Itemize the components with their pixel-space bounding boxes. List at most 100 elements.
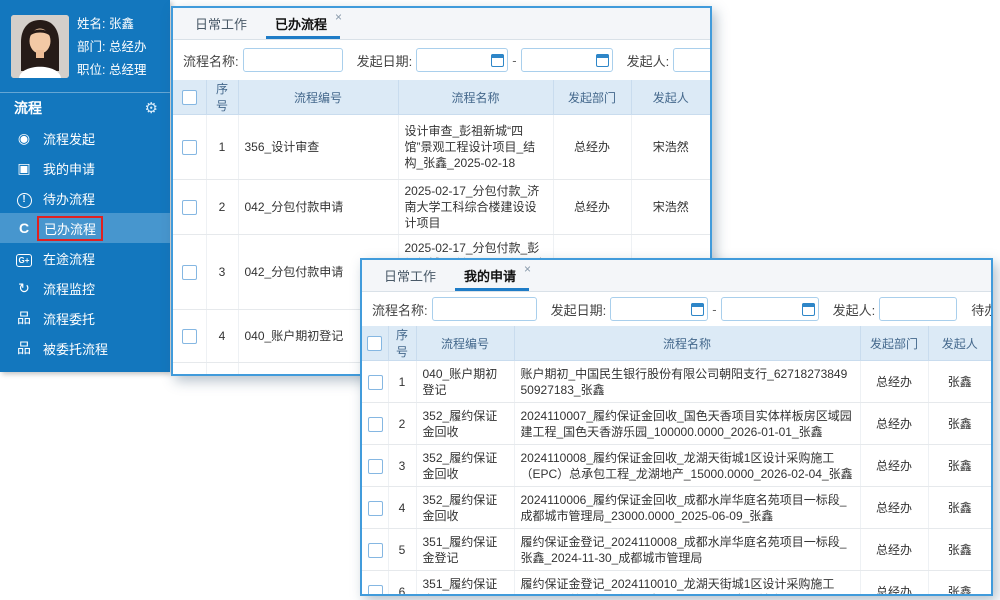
- cell-code: 351_履约保证金登记: [416, 529, 514, 571]
- cell-person: 张鑫: [928, 445, 991, 487]
- row-checkbox[interactable]: [182, 140, 197, 155]
- cell-code: 352_履约保证金回收: [416, 403, 514, 445]
- annotation-highlight-box: 已办流程: [37, 216, 103, 241]
- filter-bar: 流程名称: 发起日期: - 发起人:: [173, 40, 710, 80]
- avatar-photo: [11, 15, 69, 78]
- col-header-code: 流程编号: [416, 326, 514, 361]
- section-title: 流程: [14, 98, 42, 118]
- in-transit-icon: G+: [15, 250, 33, 267]
- initiator-input[interactable]: [879, 297, 957, 321]
- sidebar-item-label: 流程监控: [43, 279, 95, 298]
- cell-name: 履约保证金登记_2024110008_成都水岸华庭名苑项目一标段_张鑫_2024…: [514, 529, 860, 571]
- todo-person-label: 待办人:: [971, 300, 991, 319]
- sidebar-item-in-transit-processes[interactable]: G+ 在途流程: [0, 243, 170, 273]
- tab-my-applications[interactable]: 我的申请 ×: [452, 260, 532, 291]
- tab-daily-work[interactable]: 日常工作: [183, 8, 263, 39]
- cell-no: 2: [206, 180, 238, 235]
- cell-name: 2025-02-17_分包付款_济南大学工科综合楼建设设计项目: [398, 180, 553, 235]
- app-screen: 姓名: 张鑫 部门: 总经办 职位: 总经理 流程 ⚙ ◉ 流程发起 ▣ 我的申…: [0, 0, 1000, 600]
- sidebar-item-label: 流程委托: [43, 309, 95, 328]
- row-checkbox[interactable]: [182, 329, 197, 344]
- tab-label: 日常工作: [195, 14, 247, 33]
- row-checkbox[interactable]: [368, 417, 383, 432]
- cell-person: 宋浩然: [631, 180, 710, 235]
- cell-code: 042_分包付款申请: [238, 180, 398, 235]
- row-checkbox[interactable]: [368, 375, 383, 390]
- sidebar-item-process-monitor[interactable]: ↻ 流程监控: [0, 273, 170, 303]
- avatar: [11, 15, 69, 78]
- cell-name: 2024110006_履约保证金回收_成都水岸华庭名苑项目一标段_成都城市管理局…: [514, 487, 860, 529]
- cell-dept: 总经办: [860, 571, 928, 597]
- cell-dept: 总经办: [860, 361, 928, 403]
- sidebar-item-label: 在途流程: [43, 249, 95, 268]
- calendar-icon[interactable]: [491, 54, 504, 67]
- close-icon[interactable]: ×: [524, 262, 531, 276]
- user-profile: 姓名: 张鑫 部门: 总经办 职位: 总经理: [0, 0, 170, 92]
- cell-name: 履约保证金登记_2024110010_龙湖天街城1区设计采购施工（EPC）总承包…: [514, 571, 860, 597]
- col-header-person: 发起人: [928, 326, 991, 361]
- cell-dept: 总经办: [860, 529, 928, 571]
- sidebar-item-process-search[interactable]: ⊙ 流程查询: [0, 363, 170, 372]
- sidebar-item-label: 我的申请: [43, 159, 95, 178]
- select-all-checkbox[interactable]: [182, 90, 197, 105]
- sidebar-item-todo-processes[interactable]: ! 待办流程: [0, 183, 170, 213]
- sidebar-item-my-applications[interactable]: ▣ 我的申请: [0, 153, 170, 183]
- col-header-code: 流程编号: [238, 80, 398, 115]
- tab-done-processes[interactable]: 已办流程 ×: [263, 8, 343, 39]
- cell-code: 040_账户期初登记: [416, 361, 514, 403]
- initiator-input[interactable]: [673, 48, 710, 72]
- cell-no: 6: [388, 571, 416, 597]
- cell-name: 账户期初_中国民生银行股份有限公司朝阳支行_627182738495092718…: [514, 361, 860, 403]
- sidebar-item-done-processes[interactable]: C 已办流程: [0, 213, 170, 243]
- cell-no: 4: [388, 487, 416, 529]
- sidebar-section-header: 流程 ⚙: [0, 92, 170, 123]
- table-row: 1 356_设计审查 设计审查_彭祖新城“四馆”景观工程设计项目_结构_张鑫_2…: [173, 115, 710, 180]
- cell-dept: 总经办: [553, 180, 631, 235]
- cell-name: 2024110007_履约保证金回收_国色天香项目实体样板房区域园建工程_国色天…: [514, 403, 860, 445]
- cell-no: 1: [206, 115, 238, 180]
- process-name-label: 流程名称:: [372, 300, 428, 319]
- col-header-dept: 发起部门: [553, 80, 631, 115]
- initiator-label: 发起人:: [627, 51, 670, 70]
- cell-dept: 总经办: [860, 487, 928, 529]
- close-icon[interactable]: ×: [335, 10, 342, 24]
- cell-person: 宋浩然: [631, 115, 710, 180]
- table-row: 3 352_履约保证金回收 2024110008_履约保证金回收_龙湖天街城1区…: [362, 445, 991, 487]
- tab-daily-work[interactable]: 日常工作: [372, 260, 452, 291]
- cell-no: 4: [206, 310, 238, 363]
- cell-no: 2: [388, 403, 416, 445]
- id-card-icon: ▣: [15, 160, 33, 177]
- calendar-icon[interactable]: [691, 303, 704, 316]
- cell-dept: 总经办: [860, 403, 928, 445]
- profile-title: 职位: 总经理: [77, 59, 146, 82]
- profile-dept: 部门: 总经办: [77, 36, 146, 59]
- row-checkbox[interactable]: [368, 459, 383, 474]
- process-name-input[interactable]: [432, 297, 537, 321]
- calendar-icon[interactable]: [802, 303, 815, 316]
- sidebar-item-process-delegate[interactable]: 品 流程委托: [0, 303, 170, 333]
- sidebar-item-delegated-processes[interactable]: 品 被委托流程: [0, 333, 170, 363]
- col-header-dept: 发起部门: [860, 326, 928, 361]
- calendar-icon[interactable]: [596, 54, 609, 67]
- date-range-separator: -: [512, 53, 516, 68]
- gear-icon[interactable]: ⚙: [145, 99, 158, 117]
- cell-person: 张鑫: [928, 403, 991, 445]
- process-name-input[interactable]: [243, 48, 343, 72]
- row-checkbox[interactable]: [182, 200, 197, 215]
- org-chart-icon: 品: [15, 338, 33, 358]
- select-all-checkbox[interactable]: [367, 336, 382, 351]
- broadcast-icon: ◉: [15, 130, 33, 147]
- initiator-label: 发起人:: [833, 300, 876, 319]
- row-checkbox[interactable]: [368, 501, 383, 516]
- row-checkbox[interactable]: [368, 585, 383, 596]
- table-row: 6 351_履约保证金登记 履约保证金登记_2024110010_龙湖天街城1区…: [362, 571, 991, 597]
- row-checkbox[interactable]: [368, 543, 383, 558]
- sidebar-item-process-start[interactable]: ◉ 流程发起: [0, 123, 170, 153]
- table-row: 2 352_履约保证金回收 2024110007_履约保证金回收_国色天香项目实…: [362, 403, 991, 445]
- cell-code: 356_设计审查: [238, 115, 398, 180]
- profile-name: 姓名: 张鑫: [77, 13, 146, 36]
- row-checkbox[interactable]: [182, 265, 197, 280]
- col-header-name: 流程名称: [514, 326, 860, 361]
- cell-person: 张鑫: [928, 361, 991, 403]
- tab-label: 已办流程: [275, 14, 327, 33]
